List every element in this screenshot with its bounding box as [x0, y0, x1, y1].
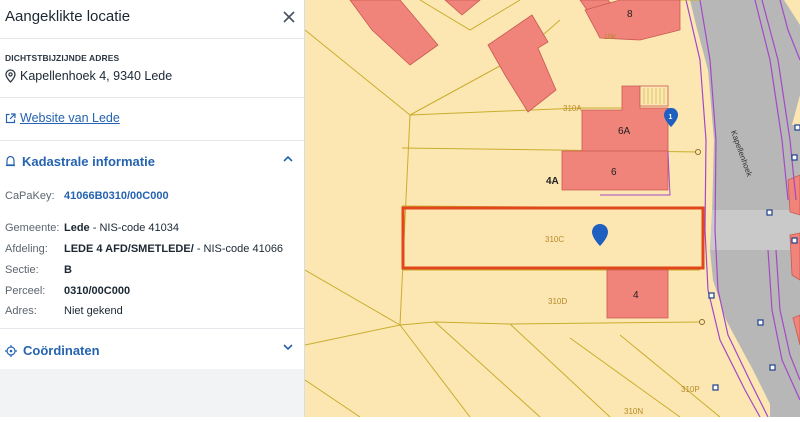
sectie-row: Sectie: B — [5, 264, 72, 276]
address-text: Kapellenhoek 4, 9340 Lede — [20, 69, 173, 83]
sectie-label: Sectie: — [5, 264, 39, 276]
external-link-icon — [5, 112, 16, 123]
gemeente-row: Gemeente: Lede - NIS-code 41034 — [5, 222, 179, 234]
gemeente-name: Lede — [64, 222, 90, 234]
map-canvas[interactable]: Kapellenhoek 8 10K 310A 6A 6 4A 310C 310… — [304, 0, 800, 418]
website-link-text[interactable]: Website van Lede — [20, 111, 120, 125]
afdeling-nis: - NIS-code 41066 — [193, 243, 284, 255]
chevron-down-icon — [283, 344, 293, 351]
gemeente-nis: - NIS-code 41034 — [89, 222, 179, 234]
website-section: Website van Lede — [0, 98, 304, 141]
info-panel: Aangeklikte locatie DICHTSTBIJZIJNDE ADR… — [0, 0, 305, 417]
close-button[interactable] — [282, 3, 296, 30]
capakey-label: CaPaKey: — [5, 190, 55, 202]
coordinates-title: Coördinaten — [23, 343, 100, 358]
afdeling-label: Afdeling: — [5, 243, 48, 255]
address-point — [757, 319, 764, 326]
kadaster-toggle[interactable]: Kadastrale informatie — [0, 141, 304, 179]
parcel-label-310n: 310N — [624, 407, 643, 416]
website-link[interactable]: Website van Lede — [5, 111, 120, 125]
house-number-6a: 6A — [618, 126, 631, 137]
sectie-value: B — [64, 264, 72, 276]
coordinates-toggle[interactable]: Coördinaten — [0, 329, 304, 370]
adres-row: Adres: Niet gekend — [5, 305, 123, 317]
location-pin-icon — [5, 69, 16, 83]
address-point — [708, 292, 715, 299]
perceel-code: 0310/00C000 — [64, 285, 131, 297]
adres-label: Adres: — [5, 305, 37, 317]
boundary-point — [695, 149, 701, 155]
coordinates-header: Coördinaten — [5, 343, 100, 358]
afdeling-value: LEDE 4 AFD/SMETLEDE/ - NIS-code 41066 — [64, 243, 283, 255]
kadaster-details: CaPaKey: 41066B0310/00C000 Gemeente: Led… — [0, 179, 304, 329]
house-number-8: 8 — [627, 9, 633, 20]
panel-footer — [0, 369, 304, 417]
afdeling-name: LEDE 4 AFD/SMETLEDE/ — [64, 243, 194, 255]
house-number-6: 6 — [611, 167, 617, 178]
parcel-label-310a: 310A — [563, 104, 582, 113]
kadaster-header: Kadastrale informatie — [5, 154, 155, 169]
address-point — [712, 384, 719, 391]
address-line: Kapellenhoek 4, 9340 Lede — [5, 69, 172, 83]
boundary-point — [699, 319, 705, 325]
road-junction — [710, 210, 800, 250]
address-point — [769, 364, 776, 371]
poi-marker-number: 1 — [669, 114, 673, 121]
address-point — [766, 209, 773, 216]
house-number-4a: 4A — [546, 176, 559, 187]
house-number-4: 4 — [633, 290, 639, 301]
bell-icon — [6, 155, 15, 167]
address-point — [791, 237, 798, 244]
gemeente-label: Gemeente: — [5, 222, 60, 234]
close-icon — [283, 11, 295, 23]
address-label: DICHTSTBIJZIJNDE ADRES — [5, 53, 120, 63]
capakey-row: CaPaKey: 41066B0310/00C000 — [5, 190, 169, 202]
afdeling-row: Afdeling: LEDE 4 AFD/SMETLEDE/ - NIS-cod… — [5, 243, 283, 255]
perceel-label: Perceel: — [5, 285, 46, 297]
capakey-value[interactable]: 41066B0310/00C000 — [64, 190, 169, 202]
perceel-value: 0310/00C000 — [64, 285, 130, 297]
sectie-code: B — [64, 264, 72, 276]
parcel-label-10k: 10K — [604, 34, 617, 41]
parcel-label-310c: 310C — [545, 235, 564, 244]
parcel-label-310d: 310D — [548, 297, 567, 306]
kadaster-title: Kadastrale informatie — [22, 154, 155, 169]
adres-value: Niet gekend — [64, 305, 123, 317]
chevron-up-icon — [283, 155, 293, 162]
parcel-label-310p: 310P — [681, 385, 700, 394]
perceel-row: Perceel: 0310/00C000 — [5, 285, 130, 297]
panel-title: Aangeklikte locatie — [5, 8, 131, 25]
map-view[interactable]: Kapellenhoek 8 10K 310A 6A 6 4A 310C 310… — [304, 0, 800, 418]
panel-header: Aangeklikte locatie — [0, 0, 304, 39]
address-point — [794, 124, 800, 131]
address-point — [791, 154, 798, 161]
gemeente-value: Lede - NIS-code 41034 — [64, 222, 179, 234]
crosshair-icon — [5, 344, 17, 357]
address-section: DICHTSTBIJZIJNDE ADRES Kapellenhoek 4, 9… — [0, 39, 304, 98]
